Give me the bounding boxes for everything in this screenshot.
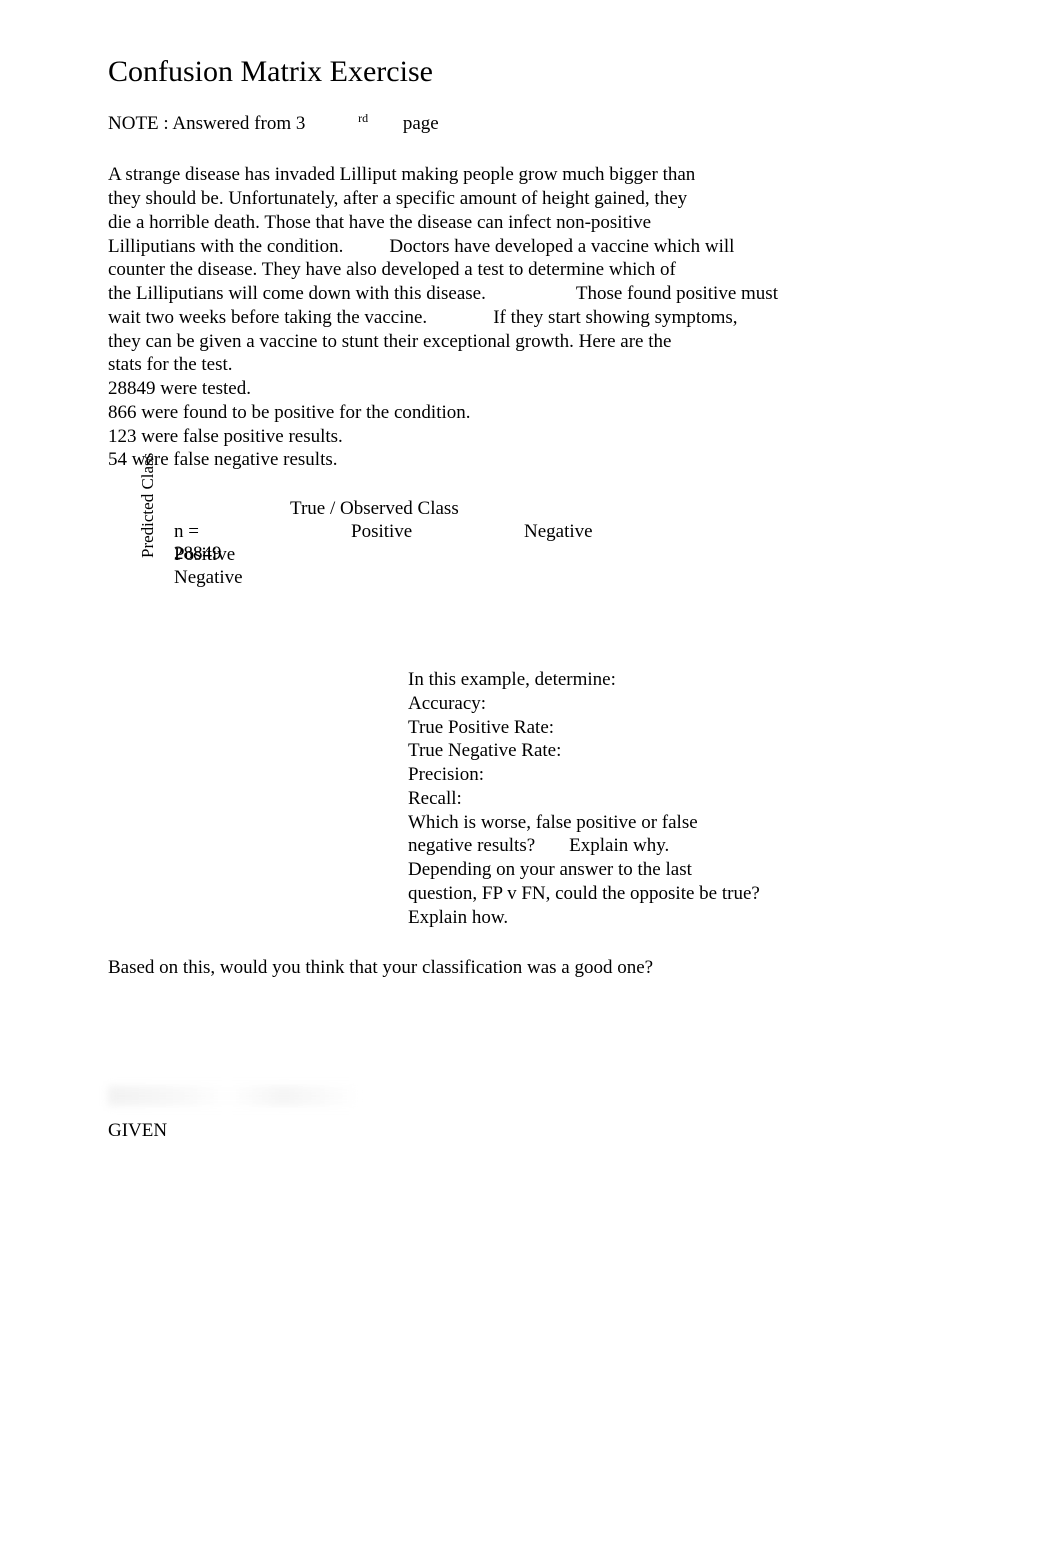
matrix-col-positive: Positive bbox=[351, 521, 412, 543]
note-line: NOTE : Answered from 3 rd page bbox=[108, 111, 954, 135]
matrix-row-positive: Positive bbox=[174, 544, 235, 566]
body-line: wait two weeks before taking the vaccine… bbox=[108, 306, 954, 330]
matrix-top-header: True / Observed Class bbox=[290, 498, 459, 520]
final-question: Based on this, would you think that your… bbox=[108, 957, 954, 979]
body-line: the Lilliputians will come down with thi… bbox=[108, 282, 954, 306]
note-prefix: NOTE : Answered from 3 bbox=[108, 113, 305, 135]
body-line: they should be. Unfortunately, after a s… bbox=[108, 187, 954, 211]
matrix-side-header: Predicted Class bbox=[138, 453, 158, 558]
stat-line: 28849 were tested. bbox=[108, 377, 954, 401]
question-line: True Positive Rate: bbox=[408, 716, 954, 740]
body-segment: Those found positive must bbox=[576, 283, 778, 304]
note-suffix: page bbox=[403, 113, 439, 135]
question-line: Recall: bbox=[408, 787, 954, 811]
blurred-divider bbox=[108, 1086, 358, 1106]
stats-block: 28849 were tested. 866 were found to be … bbox=[108, 377, 954, 472]
body-line: counter the disease. They have also deve… bbox=[108, 258, 954, 282]
matrix-row-negative: Negative bbox=[174, 567, 243, 589]
question-line: Depending on your answer to the last bbox=[408, 858, 954, 882]
body-line: die a horrible death. Those that have th… bbox=[108, 211, 954, 235]
body-line: they can be given a vaccine to stunt the… bbox=[108, 330, 954, 354]
body-segment: If they start showing symptoms, bbox=[493, 307, 737, 328]
question-segment: negative results? bbox=[408, 835, 535, 856]
page-title: Confusion Matrix Exercise bbox=[108, 55, 954, 89]
matrix-col-negative: Negative bbox=[524, 521, 593, 543]
question-line: Which is worse, false positive or false bbox=[408, 811, 954, 835]
stat-line: 123 were false positive results. bbox=[108, 425, 954, 449]
stat-line: 54 were false negative results. bbox=[108, 448, 954, 472]
note-ordinal-sup: rd bbox=[358, 111, 368, 125]
confusion-matrix: Predicted Class True / Observed Class n … bbox=[108, 498, 954, 618]
question-line: negative results? Explain why. bbox=[408, 834, 954, 858]
question-line: True Negative Rate: bbox=[408, 739, 954, 763]
body-segment: Doctors have developed a vaccine which w… bbox=[389, 236, 734, 257]
question-segment: Explain why. bbox=[569, 835, 669, 856]
question-line: question, FP v FN, could the opposite be… bbox=[408, 882, 954, 906]
body-line: A strange disease has invaded Lilliput m… bbox=[108, 163, 954, 187]
question-line: Explain how. bbox=[408, 906, 954, 930]
question-intro: In this example, determine: bbox=[408, 668, 954, 692]
question-line: Accuracy: bbox=[408, 692, 954, 716]
body-line: Lilliputians with the condition. Doctors … bbox=[108, 235, 954, 259]
body-segment: wait two weeks before taking the vaccine… bbox=[108, 307, 427, 328]
body-segment: Lilliputians with the condition. bbox=[108, 236, 343, 257]
body-paragraph: A strange disease has invaded Lilliput m… bbox=[108, 163, 954, 377]
body-line: stats for the test. bbox=[108, 353, 954, 377]
question-line: Precision: bbox=[408, 763, 954, 787]
body-segment: the Lilliputians will come down with thi… bbox=[108, 283, 486, 304]
given-label: GIVEN bbox=[108, 1120, 167, 1142]
questions-block: In this example, determine: Accuracy: Tr… bbox=[408, 668, 954, 929]
stat-line: 866 were found to be positive for the co… bbox=[108, 401, 954, 425]
